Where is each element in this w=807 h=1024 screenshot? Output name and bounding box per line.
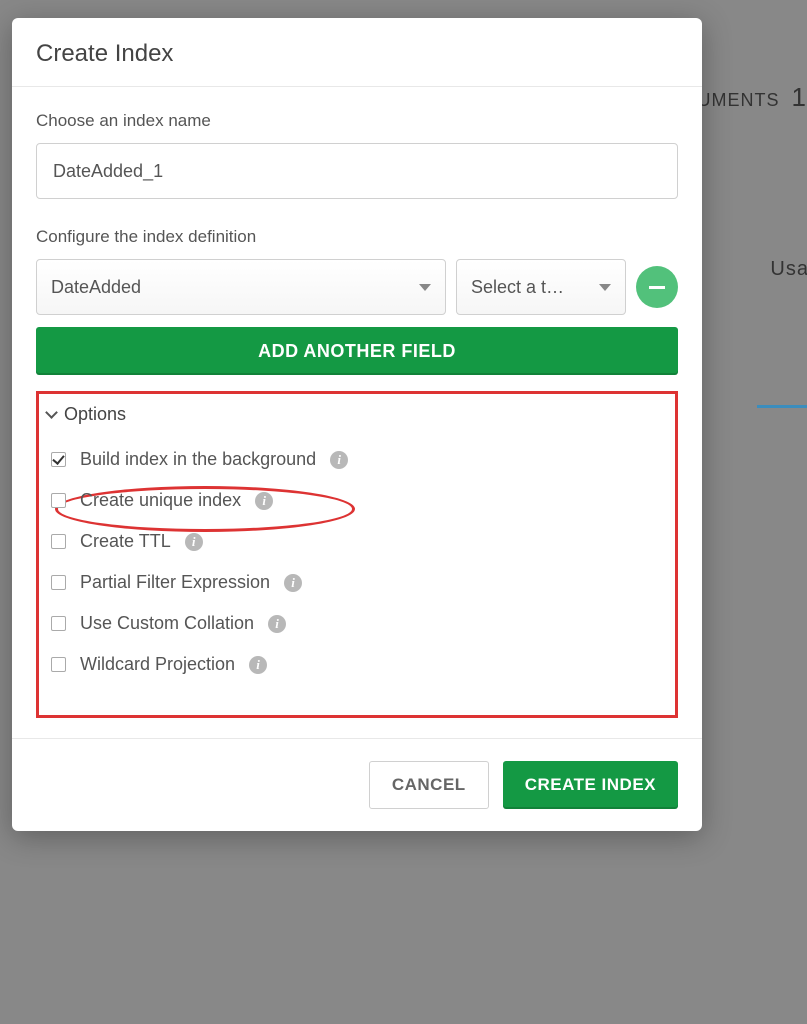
options-toggle[interactable]: Options [47,404,665,425]
definition-label: Configure the index definition [36,227,678,247]
info-icon[interactable]: i [284,574,302,592]
checkbox-partial-filter[interactable] [51,575,66,590]
modal-header: Create Index [12,18,702,87]
option-unique-index: Create unique index i [47,480,665,521]
caret-down-icon [419,284,431,291]
background-accent-line [757,405,807,408]
modal-footer: CANCEL CREATE INDEX [12,738,702,831]
index-name-label: Choose an index name [36,111,678,131]
option-wildcard-projection: Wildcard Projection i [47,644,665,685]
create-index-modal: Create Index Choose an index name Config… [12,18,702,831]
field-type-dropdown[interactable]: Select a t… [456,259,626,315]
checkbox-ttl[interactable] [51,534,66,549]
remove-field-button[interactable] [636,266,678,308]
checkbox-build-background[interactable] [51,452,66,467]
checkbox-unique-index[interactable] [51,493,66,508]
checkbox-custom-collation[interactable] [51,616,66,631]
option-label: Wildcard Projection [80,654,235,675]
background-documents-label: UMENTS 1 [698,82,807,113]
option-ttl: Create TTL i [47,521,665,562]
create-index-button[interactable]: CREATE INDEX [503,761,678,809]
option-label: Use Custom Collation [80,613,254,634]
option-label: Build index in the background [80,449,316,470]
option-label: Partial Filter Expression [80,572,270,593]
add-another-field-button[interactable]: ADD ANOTHER FIELD [36,327,678,375]
field-type-value: Select a t… [471,277,564,298]
info-icon[interactable]: i [255,492,273,510]
option-custom-collation: Use Custom Collation i [47,603,665,644]
cancel-button[interactable]: CANCEL [369,761,489,809]
minus-icon [649,286,665,289]
field-name-value: DateAdded [51,277,141,298]
chevron-down-icon [45,406,58,419]
modal-title: Create Index [36,40,678,68]
options-label: Options [64,404,126,425]
checkbox-wildcard-projection[interactable] [51,657,66,672]
caret-down-icon [599,284,611,291]
option-partial-filter: Partial Filter Expression i [47,562,665,603]
info-icon[interactable]: i [185,533,203,551]
info-icon[interactable]: i [268,615,286,633]
definition-row: DateAdded Select a t… [36,259,678,315]
background-usage-label: Usa [770,258,807,281]
info-icon[interactable]: i [249,656,267,674]
field-name-dropdown[interactable]: DateAdded [36,259,446,315]
info-icon[interactable]: i [330,451,348,469]
modal-body: Choose an index name Configure the index… [12,87,702,728]
index-name-input[interactable] [36,143,678,199]
option-build-background: Build index in the background i [47,439,665,480]
option-label: Create unique index [80,490,241,511]
option-label: Create TTL [80,531,171,552]
options-highlight-annotation: Options Build index in the background i … [36,391,678,718]
